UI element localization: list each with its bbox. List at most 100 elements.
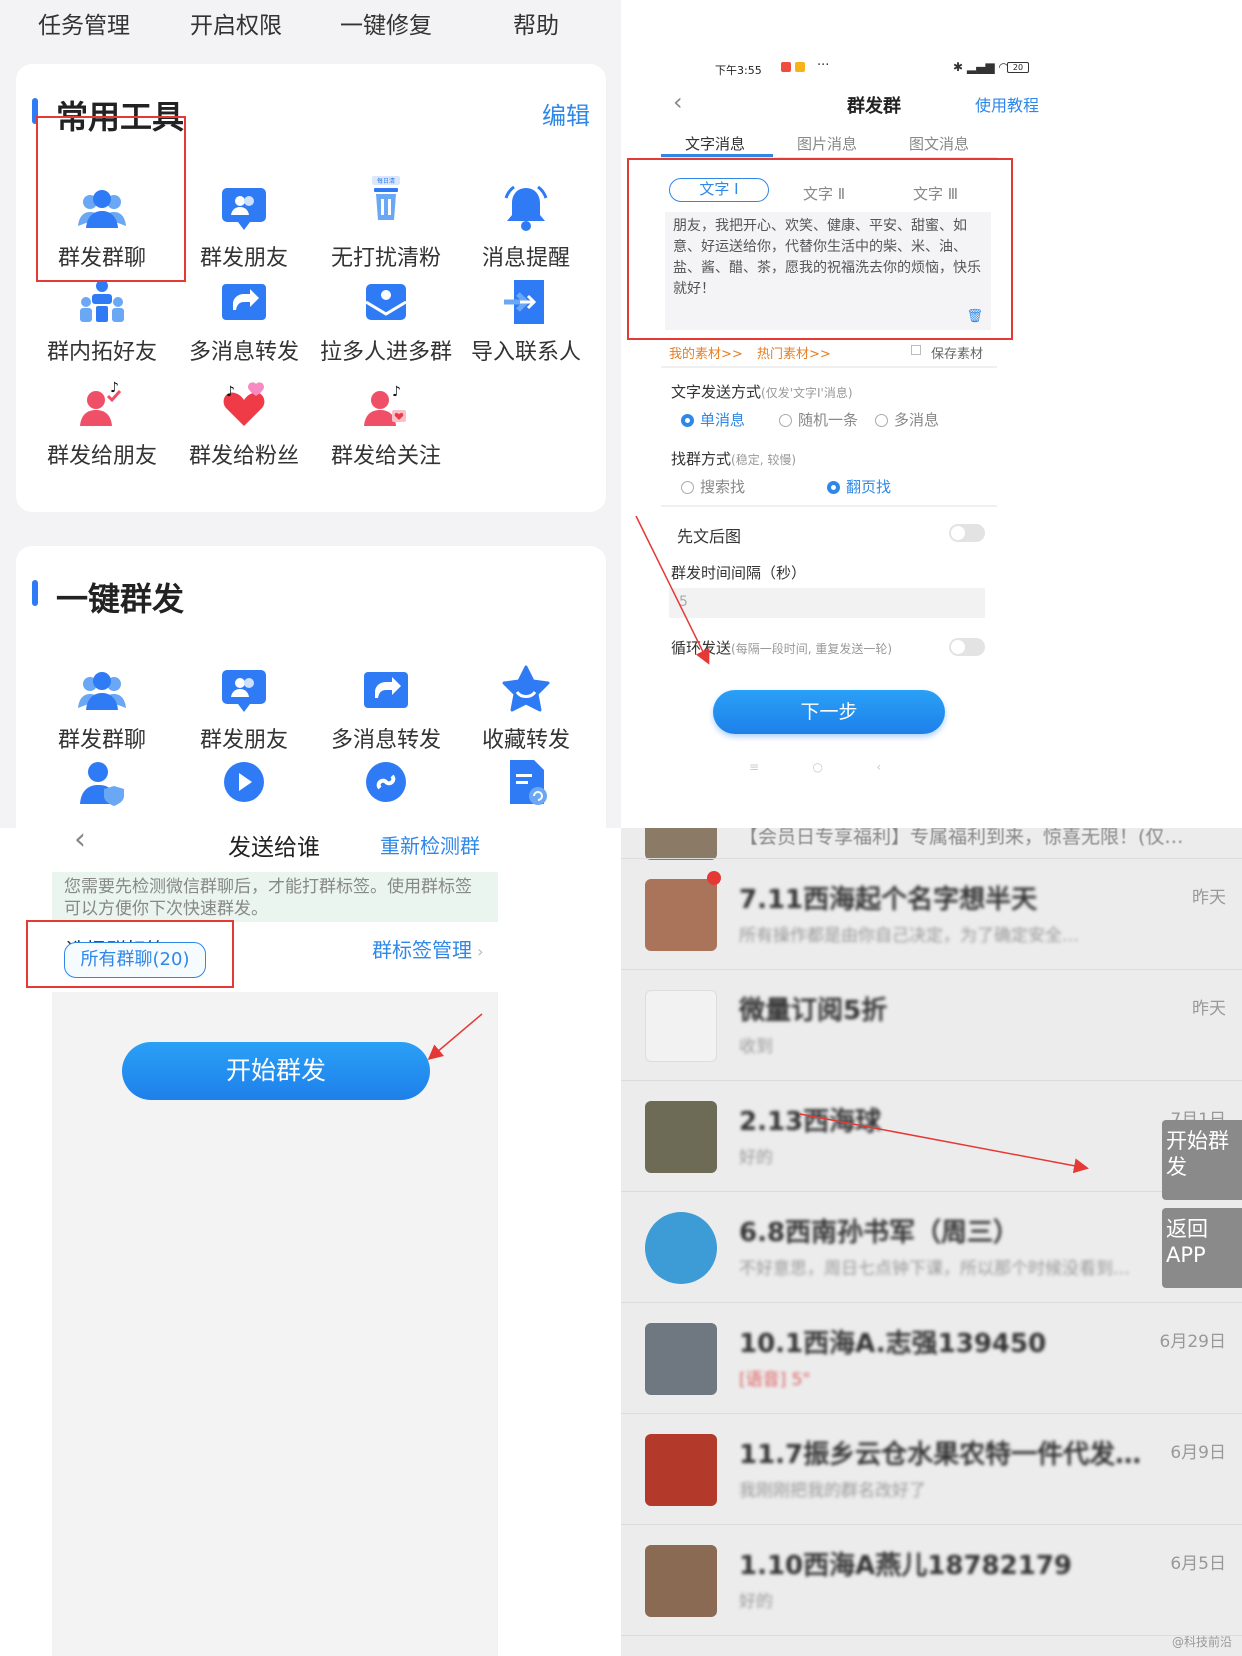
back-icon[interactable]: ‹ — [74, 828, 86, 857]
tab-image-message[interactable]: 图片消息 — [797, 133, 857, 154]
tool-label: 导入联系人 — [470, 340, 581, 365]
tool-pull-into-groups[interactable]: 拉多人进多群 — [316, 276, 456, 366]
one-click-friends[interactable]: 群发朋友 — [174, 664, 314, 754]
tiktok-user-check-icon: ♪ — [76, 380, 128, 432]
loop-send-label: 循环发送(每隔一段时间, 重复发送一轮) — [671, 637, 892, 658]
avatar — [645, 1323, 717, 1395]
one-click-multi-forward[interactable]: 多消息转发 — [316, 664, 456, 754]
tool-send-to-following[interactable]: ♪ 群发给关注 — [316, 380, 456, 470]
hot-material-link[interactable]: 热门素材>> — [757, 343, 831, 362]
chat-name: 1.10西海A燕儿18782179 — [739, 1551, 1072, 1581]
tool-import-contacts[interactable]: 导入联系人 — [456, 276, 596, 366]
tool-label: 群发朋友 — [199, 246, 288, 271]
chat-time: 6月9日 — [1170, 1443, 1226, 1463]
radio-search-find[interactable]: 搜索找 — [681, 476, 745, 497]
tool-message-reminder[interactable]: 消息提醒 — [456, 182, 596, 272]
unread-badge — [707, 871, 721, 885]
one-click-card: 一键群发 群发群聊 群发朋友 多消息转发 收藏转发 — [16, 546, 606, 828]
send-target-panel: ‹ 发送给谁 重新检测群 您需要先检测微信群聊后，才能打群标签。使用群标签可以方… — [0, 828, 621, 1656]
radio-multi-message[interactable]: 多消息 — [875, 409, 939, 430]
edit-link[interactable]: 编辑 — [542, 96, 590, 131]
chat-row[interactable]: 11.7振乡云仓水果农特一件代发… 我刚刚把我的群名改好了 6月9日 — [621, 1414, 1242, 1525]
avatar — [645, 1212, 717, 1284]
tool-label: 群发朋友 — [199, 728, 288, 753]
one-click-group-chat[interactable]: 群发群聊 — [32, 664, 172, 754]
one-click-title: 一键群发 — [56, 580, 185, 618]
radio-single-message[interactable]: 单消息 — [681, 409, 745, 430]
tab-image-text-message[interactable]: 图文消息 — [909, 133, 969, 154]
loop-send-toggle[interactable] — [949, 638, 985, 656]
tool-send-to-fans[interactable]: ♪ 群发给粉丝 — [174, 380, 314, 470]
chat-last-message: 不好意思，周日七点钟下课，所以那个时候没看到… — [739, 1259, 1130, 1279]
avatar — [645, 1434, 717, 1506]
tool-label: 群发给粉丝 — [188, 444, 299, 469]
float-start-send-button[interactable]: 开始群发 — [1162, 1120, 1242, 1200]
chat-name: 11.7振乡云仓水果农特一件代发… — [739, 1440, 1142, 1470]
chat-name: 10.1西海A.志强139450 — [739, 1329, 1047, 1359]
interval-input[interactable]: 5 — [669, 588, 985, 618]
one-click-item-5[interactable] — [32, 756, 172, 814]
chat-row[interactable]: 10.1西海A.志强139450 [语音] 5" 6月29日 — [621, 1303, 1242, 1414]
chat-row[interactable]: 微量订阅5折 收到 昨天 — [621, 970, 1242, 1081]
title-accent-bar — [32, 580, 38, 606]
radio-page-find[interactable]: 翻页找 — [827, 476, 891, 497]
tiktok-heart-icon: ♪ — [218, 380, 270, 432]
save-material-checkbox[interactable] — [911, 345, 921, 355]
chat-row[interactable]: 6.8西南孙书军（周三） 不好意思，周日七点钟下课，所以那个时候没看到… — [621, 1192, 1242, 1303]
find-group-label: 找群方式(稳定, 较慢) — [671, 448, 796, 469]
recheck-groups-link[interactable]: 重新检测群 — [380, 830, 480, 859]
send-mode-title: 文字发送方式 — [671, 383, 762, 401]
nav-one-click-fix[interactable]: 一键修复 — [340, 6, 432, 40]
one-click-item-6[interactable] — [174, 756, 314, 814]
one-click-favorite-forward[interactable]: 收藏转发 — [456, 664, 596, 754]
tool-send-to-friends[interactable]: ♪ 群发给朋友 — [32, 380, 172, 470]
document-refresh-icon — [500, 756, 552, 808]
link-circle-icon — [360, 756, 412, 808]
tool-label: 群发给关注 — [330, 444, 441, 469]
my-material-link[interactable]: 我的素材>> — [669, 343, 743, 362]
tool-quiet-clean-fans[interactable]: 每日清 无打扰清粉 — [316, 172, 456, 272]
tab-text-message[interactable]: 文字消息 — [685, 133, 745, 154]
battery-icon: 20 — [1007, 62, 1029, 73]
chat-last-message: 收到 — [739, 1037, 773, 1057]
text-first-label: 先文后图 — [677, 527, 742, 546]
tool-label: 群内拓好友 — [46, 340, 157, 365]
avatar — [645, 879, 717, 951]
send-mode-hint: (仅发'文字Ⅰ'消息) — [761, 386, 853, 400]
next-step-button[interactable]: 下一步 — [713, 690, 945, 734]
chat-row[interactable]: 7.11西海起个名字想半天 所有操作都是由你自己决定，为了确定安全… 昨天 — [621, 859, 1242, 970]
chat-row[interactable]: 1.10西海A燕儿18782179 好的 6月5日 — [621, 1525, 1242, 1636]
status-more: ··· — [817, 58, 830, 73]
tutorial-link[interactable]: 使用教程 — [975, 92, 1039, 116]
start-send-button[interactable]: 开始群发 — [122, 1042, 430, 1100]
tool-group-add-friends[interactable]: 群内拓好友 — [32, 276, 172, 366]
app-notification-icon — [795, 62, 805, 72]
nav-task-manage[interactable]: 任务管理 — [38, 6, 130, 40]
tool-label: 群发群聊 — [57, 728, 146, 753]
chat-time: 昨天 — [1192, 999, 1226, 1019]
bell-icon — [500, 182, 552, 234]
user-shield-icon — [76, 756, 128, 808]
text-first-toggle[interactable] — [949, 524, 985, 542]
nav-open-permission[interactable]: 开启权限 — [190, 6, 282, 40]
tool-label: 收藏转发 — [481, 728, 570, 753]
nav-help[interactable]: 帮助 — [513, 6, 559, 40]
back-icon[interactable]: ‹ — [673, 88, 683, 116]
tool-friend-send[interactable]: 群发朋友 — [174, 182, 314, 272]
settings-panel: 下午3:55 ··· ✱ ▂▄▆ ◠ 20 ‹ 群发群 使用教程 文字消息 图片… — [621, 0, 1242, 828]
tool-multi-forward[interactable]: 多消息转发 — [174, 276, 314, 366]
one-click-item-7[interactable] — [316, 756, 456, 814]
find-group-hint: (稳定, 较慢) — [731, 453, 797, 467]
radio-label: 翻页找 — [846, 478, 892, 496]
tool-label: 群发给朋友 — [46, 444, 157, 469]
float-return-app-button[interactable]: 返回APP — [1162, 1208, 1242, 1288]
send-mode-label: 文字发送方式(仅发'文字Ⅰ'消息) — [671, 381, 853, 402]
radio-random-one[interactable]: 随机一条 — [779, 409, 858, 430]
chat-name: 2.13西海球 — [739, 1107, 882, 1137]
group-users-icon — [76, 664, 128, 716]
chat-last-message: 所有操作都是由你自己决定，为了确定安全… — [739, 926, 1079, 946]
chat-last-message: 好的 — [739, 1148, 773, 1168]
play-circle-icon — [218, 756, 270, 808]
chat-row[interactable]: 2.13西海球 好的 7月1日 — [621, 1081, 1242, 1192]
one-click-item-8[interactable] — [456, 756, 596, 814]
